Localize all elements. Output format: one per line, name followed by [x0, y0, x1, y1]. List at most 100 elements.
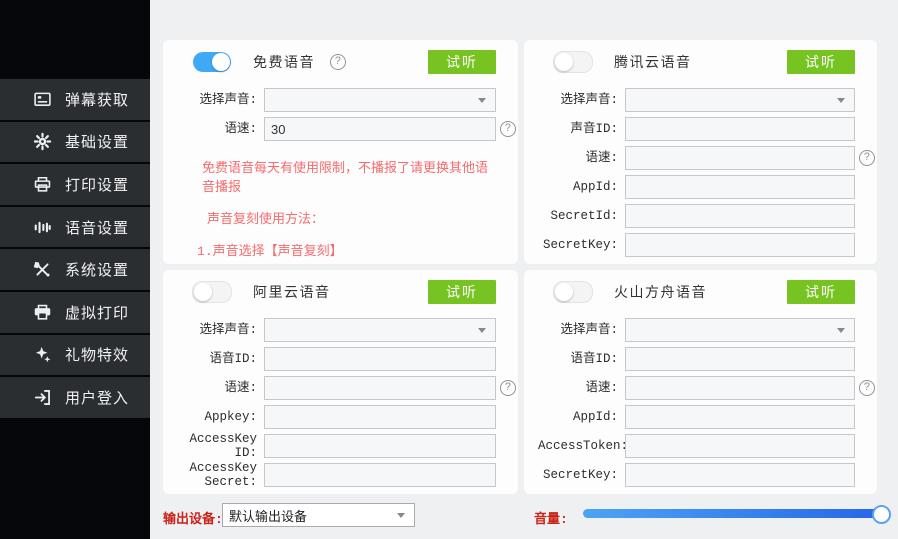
toggle-knob — [555, 283, 573, 301]
help-icon[interactable]: ? — [859, 150, 875, 166]
printer-icon — [33, 175, 52, 194]
field-row: AppId: — [538, 405, 855, 429]
help-icon[interactable]: ? — [330, 54, 346, 70]
sidebar-item-6[interactable]: 虚拟打印 — [0, 292, 150, 333]
field-label: AppId: — [538, 180, 625, 194]
field-row: AccessKey Secret: — [177, 463, 496, 487]
chevron-down-icon — [478, 98, 486, 103]
preview-button[interactable]: 试听 — [428, 50, 496, 74]
sidebar-item-8[interactable]: 用户登入 — [0, 377, 150, 418]
tencent-voice-field-input[interactable] — [625, 146, 855, 170]
tencent-voice-field-input[interactable] — [625, 175, 855, 199]
danmaku-screen-icon — [33, 90, 52, 109]
tools-icon — [33, 260, 52, 279]
volume-slider-thumb[interactable] — [872, 505, 891, 524]
field-row: SecretId: — [538, 204, 855, 228]
field-row: 选择声音: — [177, 318, 496, 342]
output-device-label: 输出设备: — [163, 508, 223, 527]
field-row: AccessToken: — [538, 434, 855, 458]
sidebar-item-7[interactable]: 礼物特效 — [0, 335, 150, 376]
sidebar-item-label: 礼物特效 — [65, 344, 129, 365]
field-row: AccessKey ID: — [177, 434, 496, 458]
preview-button[interactable]: 试听 — [787, 280, 855, 304]
sidebar-item-label: 虚拟打印 — [65, 302, 129, 323]
tencent-voice-field-input[interactable] — [625, 117, 855, 141]
field-row: 语速:? — [177, 117, 496, 141]
volcano-voice-field-input[interactable] — [625, 463, 855, 487]
gear-icon — [33, 132, 52, 151]
field-row: 语音ID: — [177, 347, 496, 371]
field-label: 选择声音: — [177, 323, 264, 337]
volcano-voice-field-input[interactable] — [625, 434, 855, 458]
field-row: 选择声音: — [538, 88, 855, 112]
volume-slider[interactable] — [583, 509, 888, 518]
tencent-voice-field-input[interactable] — [625, 233, 855, 257]
field-label: 语速: — [538, 151, 625, 165]
output-device-select[interactable]: 默认输出设备 — [222, 503, 415, 527]
sidebar-item-2[interactable]: 基础设置 — [0, 122, 150, 163]
panel-volcano-voice: 火山方舟语音试听选择声音:语音ID:语速:?AppId:AccessToken:… — [524, 270, 877, 494]
field-row: Appkey: — [177, 405, 496, 429]
help-icon[interactable]: ? — [500, 380, 516, 396]
toggle-knob — [212, 53, 230, 71]
volcano-voice-field-input[interactable] — [625, 347, 855, 371]
panel-tencent-voice: 腾讯云语音 试听选择声音: 声音ID: 语速:? AppId: SecretId: Secr… — [524, 40, 877, 264]
volume-label: 音量: — [534, 508, 568, 527]
field-label: 语音ID: — [177, 352, 264, 366]
tencent-voice-field-input[interactable] — [625, 204, 855, 228]
panel-title: 火山方舟语音 — [614, 282, 707, 302]
field-row: 声音ID: — [538, 117, 855, 141]
sidebar-item-1[interactable]: 弹幕获取 — [0, 79, 150, 120]
field-row: SecretKey: — [538, 463, 855, 487]
field-label: AccessKey Secret: — [177, 461, 264, 490]
sidebar-item-3[interactable]: 打印设置 — [0, 164, 150, 205]
ali-voice-field-input[interactable] — [264, 463, 496, 487]
ali-voice-voice-select[interactable] — [264, 318, 496, 342]
panel-free-voice: 免费语音?试听选择声音:语速:?免费语音每天有使用限制，不播报了请更换其他语音播… — [163, 40, 518, 264]
field-row: 选择声音: — [177, 88, 496, 112]
panel-title: 腾讯云语音 — [614, 52, 692, 72]
free-voice-toggle[interactable] — [193, 52, 231, 72]
sidebar-item-label: 用户登入 — [65, 387, 129, 408]
notice-line: 1.声音选择【声音复刻】 — [197, 240, 496, 259]
help-icon[interactable]: ? — [859, 380, 875, 396]
sidebar-item-label: 语音设置 — [65, 217, 129, 238]
tencent-voice-toggle[interactable] — [553, 51, 593, 73]
field-label: 选择声音: — [177, 93, 264, 107]
free-voice-field-input[interactable] — [264, 117, 496, 141]
field-label: 选择声音: — [538, 323, 625, 337]
virtual-printer-icon — [33, 303, 52, 322]
sidebar-menu: 弹幕获取基础设置打印设置语音设置系统设置虚拟打印礼物特效用户登入 — [0, 79, 150, 420]
toggle-knob — [194, 283, 212, 301]
notice-line: 免费语音每天有使用限制，不播报了请更换其他语音播报 — [197, 157, 496, 195]
ali-voice-field-input[interactable] — [264, 376, 496, 400]
ali-voice-field-input[interactable] — [264, 405, 496, 429]
help-icon[interactable]: ? — [500, 121, 516, 137]
field-label: AppId: — [538, 410, 625, 424]
free-voice-voice-select[interactable] — [264, 88, 496, 112]
main-content: × 免费语音?试听选择声音:语速:?免费语音每天有使用限制，不播报了请更换其他语… — [150, 0, 898, 539]
sidebar-item-label: 弹幕获取 — [65, 89, 129, 110]
voice-wave-icon — [33, 218, 52, 237]
ali-voice-field-input[interactable] — [264, 434, 496, 458]
sidebar-item-4[interactable]: 语音设置 — [0, 207, 150, 248]
toggle-knob — [555, 53, 573, 71]
preview-button[interactable]: 试听 — [787, 50, 855, 74]
gift-sparkle-icon — [33, 345, 52, 364]
volcano-voice-toggle[interactable] — [553, 281, 593, 303]
tencent-voice-voice-select[interactable] — [625, 88, 855, 112]
output-device-value: 默认输出设备 — [223, 506, 397, 525]
field-label: SecretKey: — [538, 238, 625, 252]
preview-button[interactable]: 试听 — [428, 280, 496, 304]
sidebar-item-5[interactable]: 系统设置 — [0, 249, 150, 290]
field-label: AccessKey ID: — [177, 432, 264, 461]
field-row: 语音ID: — [538, 347, 855, 371]
volcano-voice-voice-select[interactable] — [625, 318, 855, 342]
volcano-voice-field-input[interactable] — [625, 405, 855, 429]
ali-voice-field-input[interactable] — [264, 347, 496, 371]
field-label: 语速: — [177, 381, 264, 395]
field-label: 语速: — [177, 122, 264, 136]
volcano-voice-field-input[interactable] — [625, 376, 855, 400]
panel-ali-voice: 阿里云语音试听选择声音:语音ID:语速:?Appkey:AccessKey ID… — [163, 270, 518, 494]
ali-voice-toggle[interactable] — [192, 281, 232, 303]
